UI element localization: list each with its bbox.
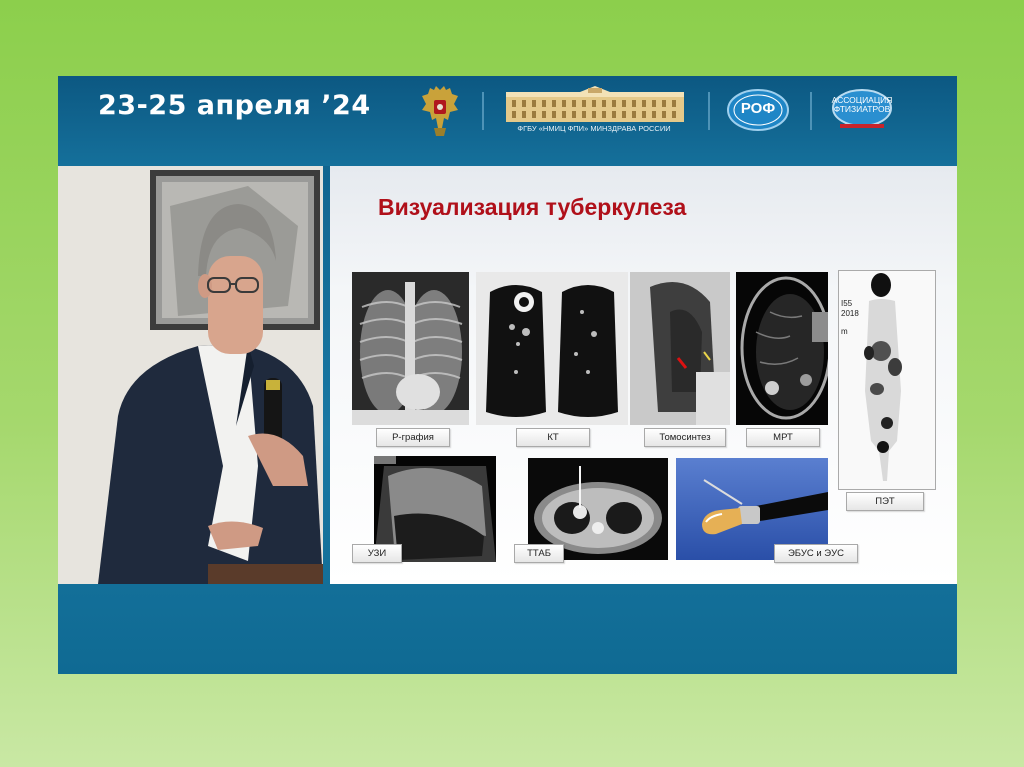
xray-image — [352, 272, 469, 425]
presentation-frame: 23-25 апреля ’24 ФГБУ «НМИЦ ФПИ» МИНЗДРА… — [58, 76, 957, 674]
speaker-image — [58, 166, 323, 584]
presentation-slide: Визуализация туберкулеза Р-графия КТ Том… — [330, 166, 957, 584]
label-ttab: ТТАБ — [514, 544, 564, 563]
slide-title: Визуализация туберкулеза — [378, 194, 687, 220]
building-icon — [506, 86, 684, 122]
label-xray: Р-графия — [376, 428, 450, 447]
pet-image: I55 2018 m — [838, 270, 936, 490]
label-ct: КТ — [516, 428, 590, 447]
speaker-video — [58, 166, 323, 584]
label-mri: МРТ — [746, 428, 820, 447]
label-pet: ПЭТ — [846, 492, 924, 511]
double-headed-eagle-icon — [422, 86, 458, 136]
pet-annotation-2: 2018 — [841, 309, 859, 318]
event-date: 23-25 апреля ’24 — [98, 90, 371, 121]
pet-annotation-1: I55 — [841, 299, 853, 308]
event-header: 23-25 апреля ’24 ФГБУ «НМИЦ ФПИ» МИНЗДРА… — [58, 76, 957, 166]
header-separator — [708, 92, 710, 130]
label-ultrasound: УЗИ — [352, 544, 402, 563]
association-logo-text: АССОЦИАЦИЯ ФТИЗИАТРОВ — [831, 95, 893, 114]
institution-caption: ФГБУ «НМИЦ ФПИ» МИНЗДРАВА РОССИИ — [517, 124, 671, 133]
tomosynthesis-image — [630, 272, 730, 425]
header-separator — [810, 92, 812, 130]
header-separator — [482, 92, 484, 130]
pet-annotation-3: m — [841, 327, 848, 336]
rof-logo-text: РОФ — [740, 100, 776, 117]
label-tomosynthesis: Томосинтез — [644, 428, 726, 447]
ct-image — [476, 272, 628, 425]
label-ebus: ЭБУС и ЭУС — [774, 544, 858, 563]
mri-image — [736, 272, 828, 425]
